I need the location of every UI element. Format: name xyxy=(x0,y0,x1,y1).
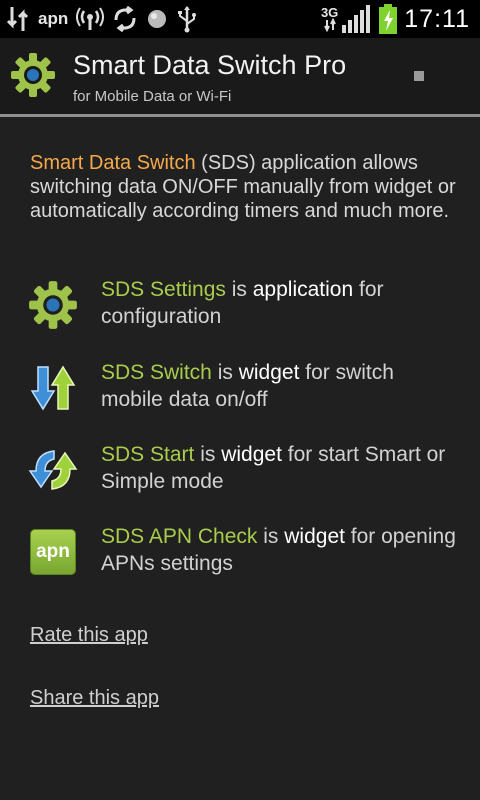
circular-arrows-icon xyxy=(28,445,78,495)
action-bar: Smart Data Switch Pro for Mobile Data or… xyxy=(0,38,480,114)
notification-icons: apn xyxy=(0,0,198,38)
feature-name: SDS Switch xyxy=(101,361,212,384)
feature-item-start: SDS Start is widget for start Smart or S… xyxy=(0,441,480,501)
feature-text: SDS APN Check is widget for opening APNs… xyxy=(101,523,461,577)
usb-icon xyxy=(176,5,198,33)
intro-text: Smart Data Switch (SDS) application allo… xyxy=(30,151,460,223)
sync-arrows-icon xyxy=(112,6,138,32)
feature-kind: widget xyxy=(238,361,300,384)
battery-charging-icon xyxy=(378,4,398,34)
rate-app-link[interactable]: Rate this app xyxy=(30,624,148,647)
intro-app-name: Smart Data Switch xyxy=(30,152,196,174)
wifi-hotspot-icon xyxy=(76,6,105,32)
globe-icon xyxy=(146,8,168,30)
feature-item-switch: SDS Switch is widget for switch mobile d… xyxy=(0,359,480,419)
up-down-arrows-icon xyxy=(28,363,78,413)
feature-name: SDS APN Check xyxy=(101,525,258,548)
clock: 17:11 xyxy=(404,4,470,33)
feature-is: is xyxy=(211,361,239,384)
gear-icon xyxy=(10,52,56,98)
signal-icon xyxy=(342,5,372,33)
data-activity-icon xyxy=(324,6,337,32)
apn-label: apn xyxy=(38,9,69,28)
feature-name: SDS Settings xyxy=(101,278,226,301)
feature-kind: widget xyxy=(221,443,282,466)
data-arrows-icon xyxy=(6,5,30,33)
status-bar: apn 3G 17:11 xyxy=(0,0,480,38)
apn-badge-icon: apn xyxy=(28,527,78,577)
feature-kind: application xyxy=(252,278,354,301)
gear-icon xyxy=(28,280,78,330)
feature-text: SDS Start is widget for start Smart or S… xyxy=(101,441,461,495)
feature-is: is xyxy=(194,443,222,466)
app-title: Smart Data Switch Pro xyxy=(73,50,347,80)
feature-is: is xyxy=(257,525,285,548)
feature-item-apn-check: apn SDS APN Check is widget for opening … xyxy=(0,523,480,583)
feature-item-settings: SDS Settings is application for configur… xyxy=(0,276,480,336)
share-app-link[interactable]: Share this app xyxy=(30,687,159,710)
apn-badge: apn xyxy=(30,529,76,575)
overflow-menu-icon[interactable] xyxy=(414,71,424,81)
app-subtitle: for Mobile Data or Wi-Fi xyxy=(73,88,232,105)
feature-is: is xyxy=(225,278,253,301)
feature-name: SDS Start xyxy=(101,443,195,466)
feature-text: SDS Switch is widget for switch mobile d… xyxy=(101,359,461,413)
feature-kind: widget xyxy=(284,525,345,548)
action-bar-divider xyxy=(0,114,480,117)
system-indicators: 3G 17:11 xyxy=(321,0,470,38)
feature-text: SDS Settings is application for configur… xyxy=(101,276,461,330)
